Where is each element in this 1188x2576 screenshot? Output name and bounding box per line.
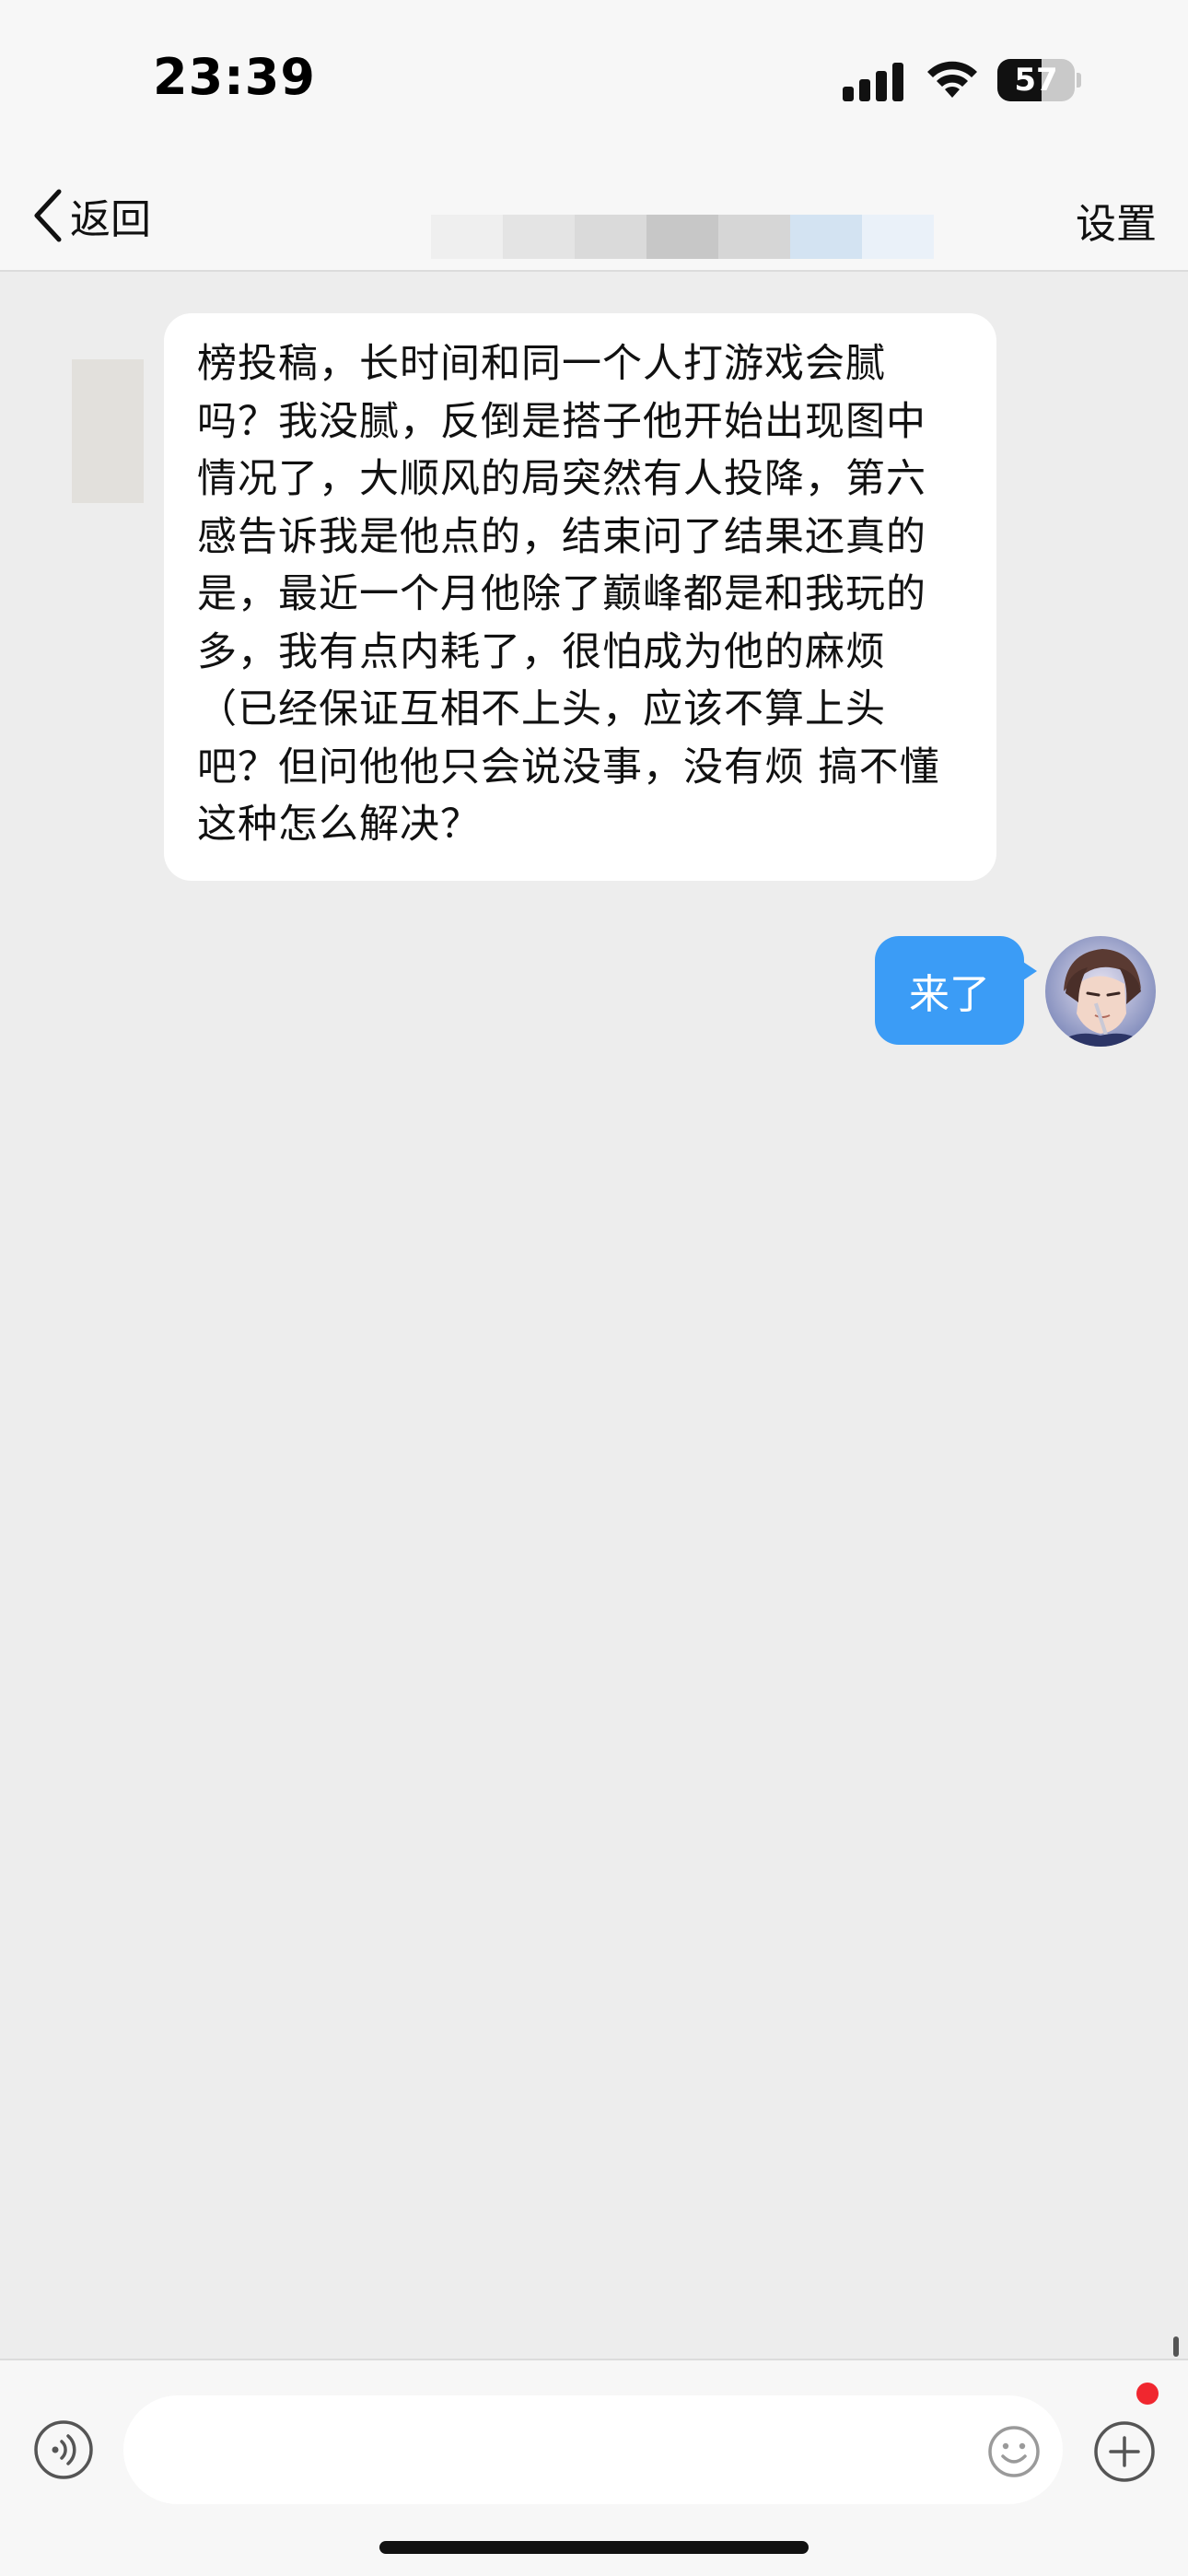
conversation-title-blurred: [431, 215, 934, 259]
cellular-signal-icon: [843, 63, 903, 101]
wifi-icon: [927, 61, 977, 98]
blurred-title-block: [718, 215, 790, 259]
message-input[interactable]: [123, 2395, 1063, 2504]
blurred-title-block: [862, 215, 934, 259]
back-button[interactable]: 返回: [31, 183, 151, 248]
notification-dot: [1136, 2383, 1159, 2405]
status-time: 23:39: [153, 48, 316, 106]
blurred-title-block: [575, 215, 646, 259]
scroll-indicator[interactable]: [1173, 2336, 1179, 2357]
message-bubble-outgoing[interactable]: 来了: [875, 936, 1037, 1045]
nav-bar: 返回 设置: [0, 161, 1188, 272]
battery-icon: 57: [997, 59, 1081, 101]
status-bar: 23:39 57: [0, 0, 1188, 161]
blurred-title-block: [646, 215, 718, 259]
settings-button[interactable]: 设置: [1076, 191, 1157, 250]
back-label: 返回: [70, 196, 151, 243]
anime-character-avatar-image: [1045, 936, 1156, 1047]
emoji-icon[interactable]: [987, 2425, 1041, 2478]
blurred-title-block: [431, 215, 503, 259]
voice-icon[interactable]: [33, 2419, 94, 2480]
user-avatar[interactable]: [1045, 936, 1156, 1047]
plus-icon[interactable]: [1092, 2419, 1157, 2484]
message-bubble-incoming[interactable]: 榜投稿，长时间和同一个人打游戏会腻吗？我没腻，反倒是搭子他开始出现图中情况了，大…: [164, 313, 996, 881]
battery-percentage: 57: [1014, 62, 1058, 99]
blurred-title-block: [503, 215, 575, 259]
message-text-outgoing: 来了: [909, 971, 990, 1018]
message-text-incoming: 榜投稿，长时间和同一个人打游戏会腻吗？我没腻，反倒是搭子他开始出现图中情况了，大…: [197, 341, 940, 848]
chat-screen: 23:39 57 返回 设置 榜投稿，长时间和同一个人打游戏会腻吗？我没腻，反倒…: [0, 0, 1188, 2576]
blurred-title-block: [790, 215, 862, 259]
home-indicator[interactable]: [379, 2541, 809, 2554]
chevron-left-icon: [34, 189, 62, 242]
sender-avatar[interactable]: [72, 359, 144, 503]
